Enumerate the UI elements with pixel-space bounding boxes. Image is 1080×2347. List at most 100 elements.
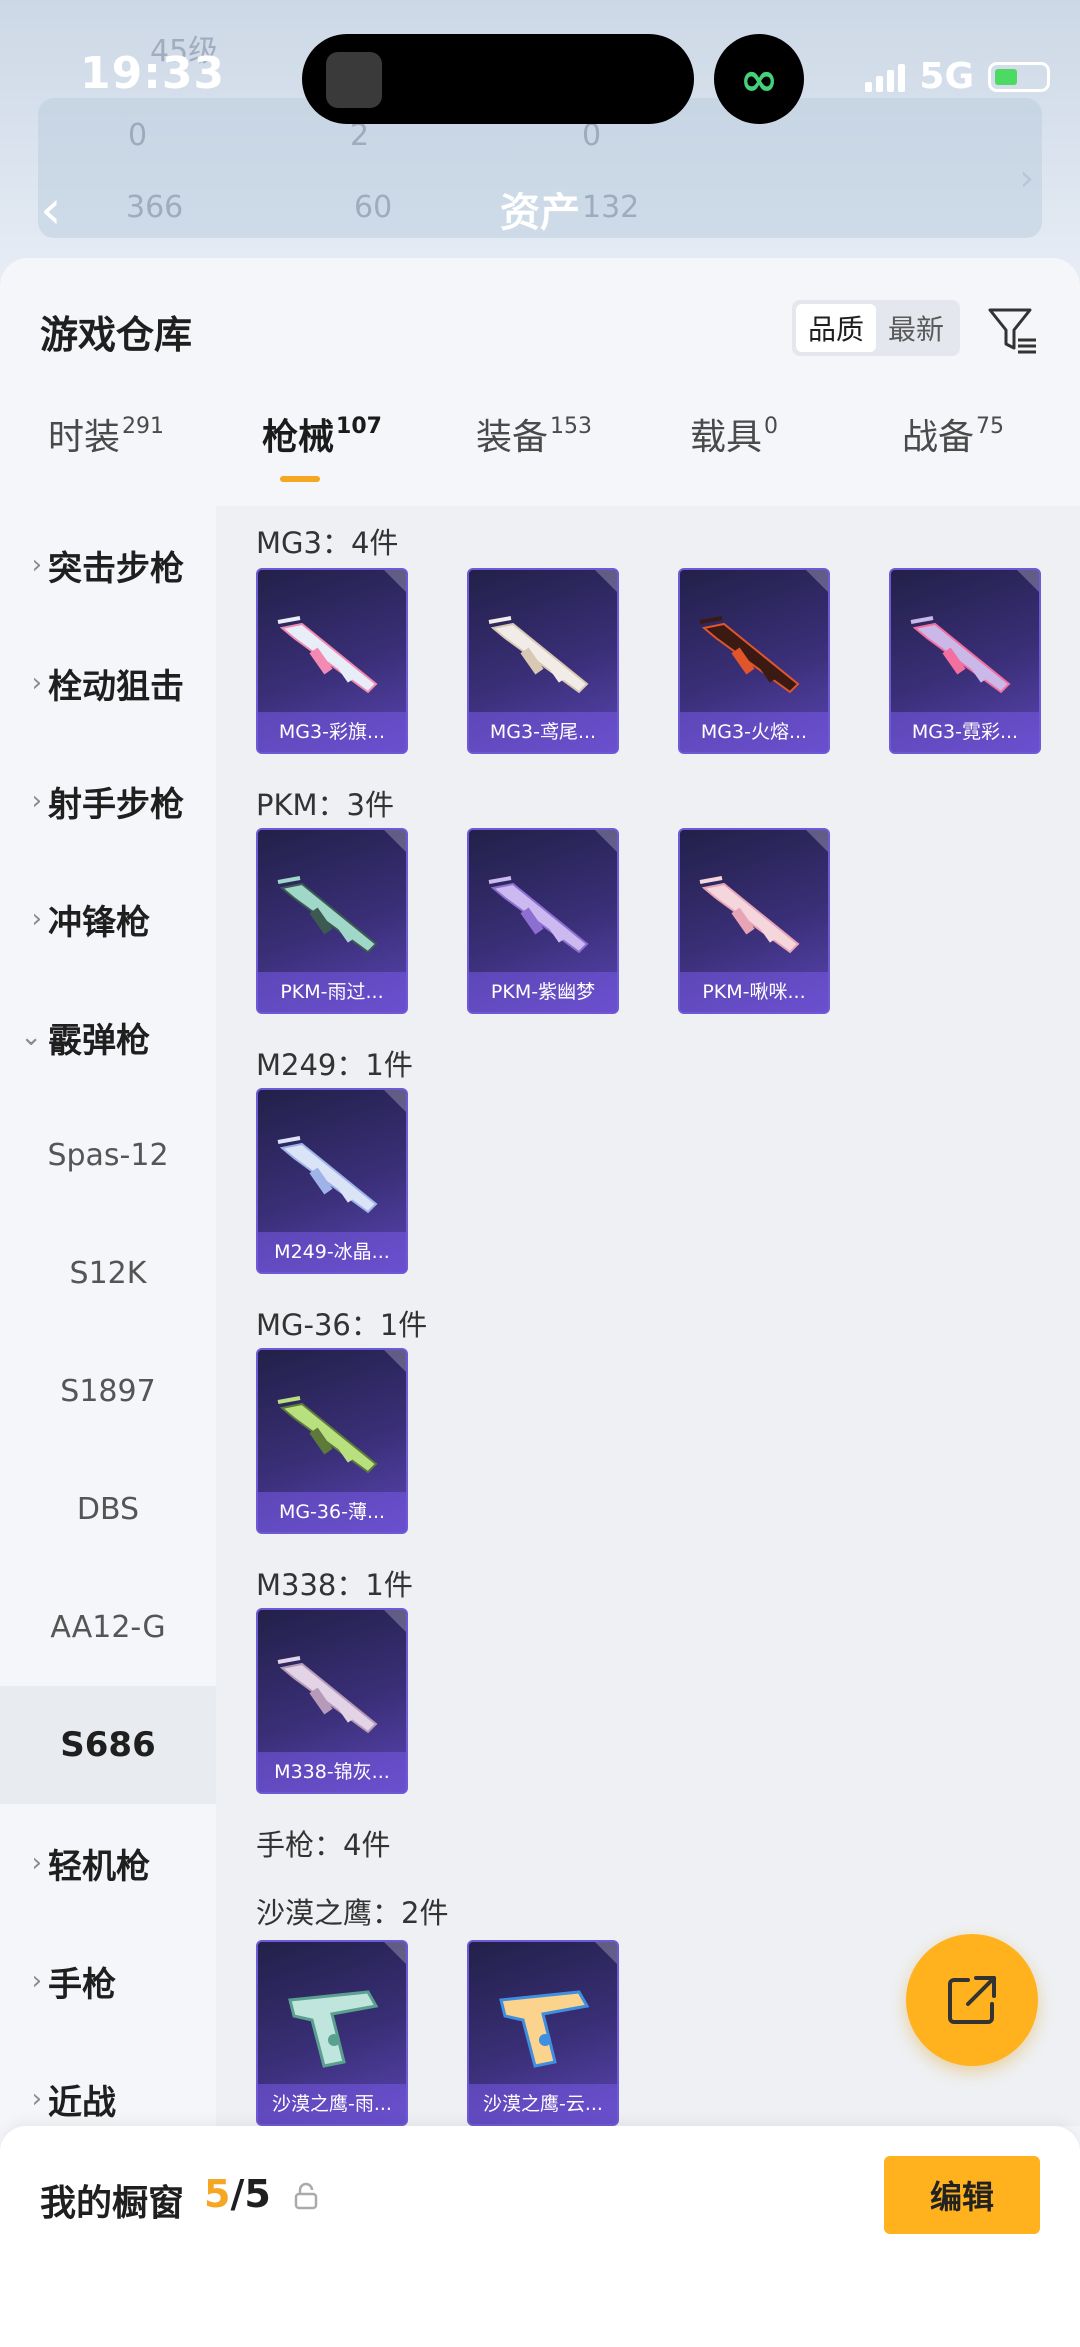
card-corner — [384, 830, 406, 852]
card-corner — [1017, 570, 1039, 592]
sidebar-item-assault-rifle[interactable]: › 突击步枪 — [0, 506, 216, 624]
group-title: 手枪：4件 — [256, 1828, 391, 1862]
card-corner — [384, 1942, 406, 1964]
sidebar-subitem[interactable]: S12K — [0, 1214, 216, 1332]
external-link-icon — [948, 1976, 996, 2024]
tab-equipment[interactable]: 装备153 — [476, 408, 592, 460]
sidebar-item-pistol[interactable]: › 手枪 — [0, 1922, 216, 2040]
weapon-card-name: MG-36-薄... — [258, 1492, 406, 1532]
sidebar-item-label: 霰弹枪 — [48, 1020, 150, 1061]
filter-icon[interactable] — [986, 304, 1038, 356]
sort-quality-button[interactable]: 品质 — [796, 304, 876, 352]
tab-count: 107 — [336, 414, 382, 439]
status-time: 19:33 — [80, 48, 226, 99]
sort-toggle: 品质 最新 — [792, 300, 960, 356]
chevron-right-icon[interactable]: › — [1020, 158, 1034, 199]
group-title: M338：1件 — [256, 1568, 413, 1602]
weapon-card[interactable]: PKM-啾咪... — [678, 828, 830, 1014]
card-corner — [806, 830, 828, 852]
weapon-card[interactable]: MG3-彩旗... — [256, 568, 408, 754]
chevron-right-icon: › — [31, 2084, 42, 2114]
stat-5: 60 — [354, 190, 393, 225]
battery-icon — [988, 61, 1050, 92]
rifle-icon — [488, 876, 589, 954]
card-corner — [806, 570, 828, 592]
sidebar-item-marksman-rifle[interactable]: › 射手步枪 — [0, 742, 216, 860]
sidebar-item-shotgun[interactable]: ⌄ 霰弹枪 — [0, 978, 216, 1096]
sidebar-subitem-selected[interactable]: S686 — [0, 1686, 216, 1804]
sidebar-item-lmg[interactable]: › 轻机枪 — [0, 1804, 216, 1922]
weapon-card[interactable]: MG3-火熔... — [678, 568, 830, 754]
group-title: MG-36：1件 — [256, 1308, 428, 1342]
weapon-card-name: PKM-啾咪... — [680, 972, 828, 1012]
category-tabs: 时装291 枪械107 装备153 载具0 战备75 — [0, 408, 1080, 508]
weapon-card-name: MG3-霓彩... — [891, 712, 1039, 752]
sidebar-subitem[interactable]: S1897 — [0, 1332, 216, 1450]
weapon-card-name: 沙漠之鹰-雨... — [258, 2084, 406, 2124]
edit-button[interactable]: 编辑 — [884, 2156, 1040, 2234]
link-app-icon: ∞ — [714, 34, 804, 124]
sidebar-subitem[interactable]: AA12-G — [0, 1568, 216, 1686]
sidebar-item-label: 近战 — [48, 2082, 116, 2123]
weapon-card[interactable]: MG-36-薄... — [256, 1348, 408, 1534]
sort-latest-button[interactable]: 最新 — [876, 304, 956, 352]
tab-vehicles[interactable]: 载具0 — [690, 408, 778, 460]
weapon-card[interactable]: PKM-雨过... — [256, 828, 408, 1014]
showcase-count-total: /5 — [230, 2172, 271, 2216]
showcase-bar: 我的橱窗 5/5 编辑 — [0, 2126, 1080, 2347]
group-title: MG3：4件 — [256, 526, 399, 560]
group-title: PKM：3件 — [256, 788, 394, 822]
share-button[interactable] — [906, 1934, 1038, 2066]
card-corner — [595, 1942, 617, 1964]
weapon-card[interactable]: M249-冰晶... — [256, 1088, 408, 1274]
sidebar-subitem[interactable]: DBS — [0, 1450, 216, 1568]
signal-icon — [865, 62, 906, 92]
weapon-card[interactable]: 沙漠之鹰-云... — [467, 1940, 619, 2126]
rifle-icon — [277, 1656, 378, 1734]
tab-label: 时装 — [48, 417, 121, 458]
sidebar-item-bolt-sniper[interactable]: › 栓动狙击 — [0, 624, 216, 742]
now-playing-app-icon — [326, 52, 382, 108]
tab-label: 战备 — [902, 417, 975, 458]
tab-count: 0 — [764, 414, 779, 439]
tab-label: 装备 — [476, 417, 549, 458]
weapon-card[interactable]: M338-锦灰... — [256, 1608, 408, 1794]
card-corner — [384, 1090, 406, 1112]
group-title: 沙漠之鹰：2件 — [256, 1896, 449, 1930]
showcase-label: 我的橱窗 — [40, 2183, 185, 2224]
asset-title: 资产 — [500, 190, 580, 236]
weapon-card[interactable]: PKM-紫幽梦 — [467, 828, 619, 1014]
rifle-icon — [488, 616, 589, 694]
weapon-card-name: MG3-彩旗... — [258, 712, 406, 752]
rifle-icon — [699, 876, 800, 954]
card-corner — [384, 1610, 406, 1632]
tab-firearms[interactable]: 枪械107 — [262, 408, 382, 460]
card-corner — [384, 570, 406, 592]
chevron-right-icon: › — [31, 904, 42, 934]
stat-6: 132 — [582, 190, 640, 225]
group-title: M249：1件 — [256, 1048, 413, 1082]
weapon-card[interactable]: MG3-霓彩... — [889, 568, 1041, 754]
network-label: 5G — [919, 56, 974, 97]
lock-icon — [294, 2182, 318, 2210]
weapon-card[interactable]: MG3-鸢尾... — [467, 568, 619, 754]
tab-supplies[interactable]: 战备75 — [902, 408, 1004, 460]
tab-label: 枪械 — [262, 417, 335, 458]
back-arrow-icon[interactable]: ‹ — [40, 178, 62, 241]
showcase-count: 5/5 — [204, 2172, 271, 2216]
weapon-card-name: MG3-火熔... — [680, 712, 828, 752]
status-right: 5G — [865, 56, 1050, 97]
sidebar-item-label: 轻机枪 — [48, 1846, 150, 1887]
weapon-card-name: PKM-紫幽梦 — [469, 972, 617, 1012]
weapon-card-name: MG3-鸢尾... — [469, 712, 617, 752]
weapon-card[interactable]: 沙漠之鹰-雨... — [256, 1940, 408, 2126]
sidebar-subitem[interactable]: Spas-12 — [0, 1096, 216, 1214]
weapon-grid: MG3：4件 MG3-彩旗... MG3-鸢尾... MG3-火熔... MG3… — [216, 506, 1080, 2126]
sidebar-item-smg[interactable]: › 冲锋枪 — [0, 860, 216, 978]
page-title: 游戏仓库 — [40, 313, 193, 357]
tab-fashion[interactable]: 时装291 — [48, 408, 164, 460]
pistol-icon — [288, 1990, 379, 2068]
chevron-right-icon: › — [31, 1966, 42, 1996]
rifle-icon — [699, 616, 800, 694]
sidebar-item-label: 射手步枪 — [48, 784, 184, 825]
